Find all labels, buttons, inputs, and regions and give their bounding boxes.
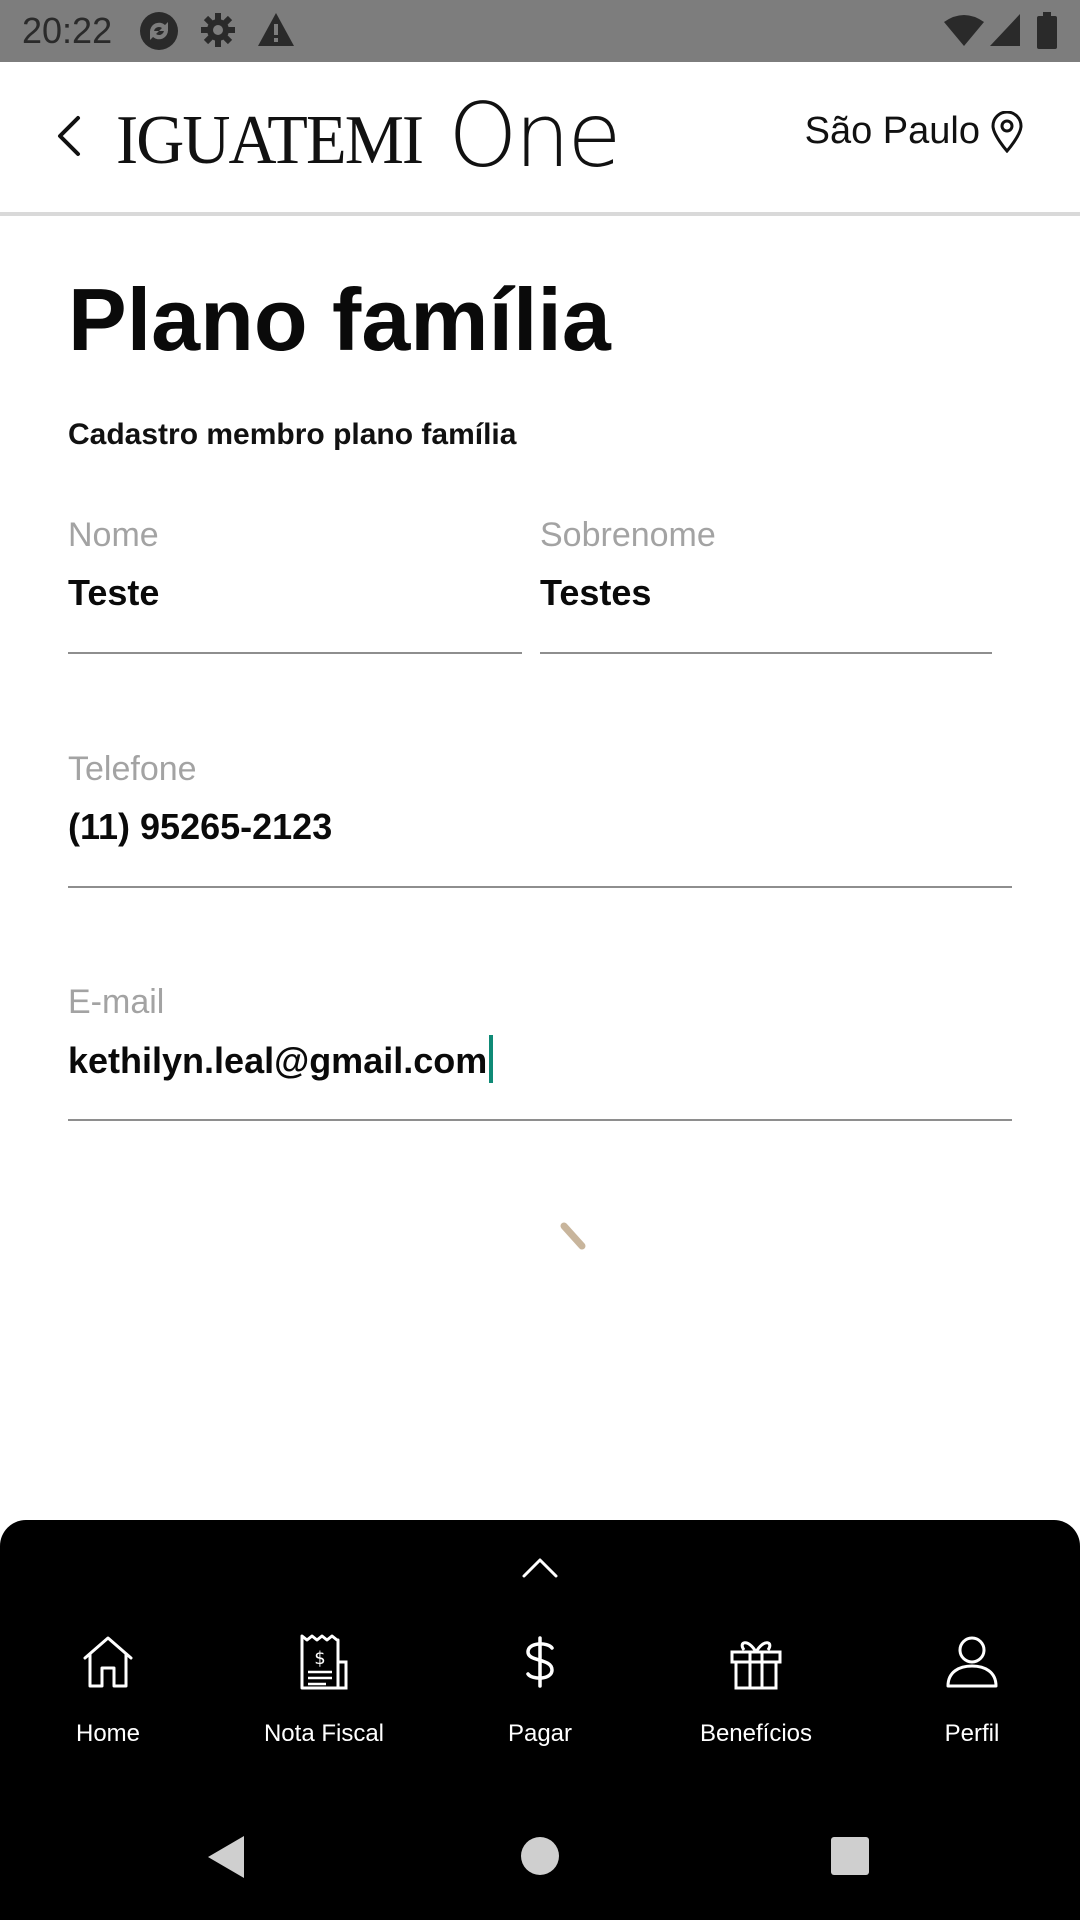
signal-icon	[988, 12, 1022, 48]
logo-wordmark: IGUATEMI	[116, 102, 424, 179]
first-name-underline	[68, 652, 522, 654]
last-name-input[interactable]	[540, 572, 992, 614]
email-label: E-mail	[68, 983, 165, 1021]
chevron-left-icon	[58, 116, 80, 156]
page-subtitle: Cadastro membro plano família	[68, 418, 517, 451]
battery-icon	[1036, 12, 1058, 50]
logo-one: One	[448, 84, 621, 187]
app-header: IGUATEMI One São Paulo	[0, 62, 1080, 216]
email-field[interactable]: E-mail kethilyn.leal@gmail.com	[68, 983, 1012, 1121]
square-recents-icon	[831, 1837, 869, 1875]
location-selector[interactable]: São Paulo	[805, 110, 1024, 153]
nav-items: Home $ Nota Fiscal Pagar Benefícios Perf…	[0, 1630, 1080, 1748]
status-time: 20:22	[22, 10, 113, 51]
last-name-field[interactable]: Sobrenome	[540, 516, 992, 654]
nav-label-home: Home	[75, 1720, 141, 1747]
back-button[interactable]	[46, 112, 94, 160]
sync-icon	[138, 10, 180, 52]
user-icon	[940, 1630, 1004, 1694]
receipt-icon: $	[292, 1630, 356, 1694]
nav-label-pagar: Pagar	[507, 1720, 573, 1747]
email-input[interactable]: kethilyn.leal@gmail.com	[68, 1035, 494, 1083]
nav-item-beneficios[interactable]: Benefícios	[648, 1630, 864, 1748]
brand-logo: IGUATEMI One	[116, 92, 621, 186]
first-name-field[interactable]: Nome	[68, 516, 522, 654]
text-caret	[489, 1035, 494, 1083]
location-pin-icon	[991, 110, 1023, 153]
system-nav-bar	[0, 1810, 1080, 1900]
phone-label: Telefone	[68, 750, 197, 788]
last-name-underline	[540, 652, 992, 654]
chevron-up-icon	[522, 1558, 558, 1578]
circle-home-icon	[521, 1837, 559, 1875]
phone-field[interactable]: Telefone	[68, 750, 1012, 888]
nav-label-beneficios: Benefícios	[699, 1720, 813, 1747]
nav-item-perfil[interactable]: Perfil	[864, 1630, 1080, 1748]
nav-item-home[interactable]: Home	[0, 1630, 216, 1748]
system-home-button[interactable]	[520, 1836, 560, 1881]
triangle-back-icon	[208, 1836, 244, 1878]
page-title: Plano família	[68, 270, 611, 369]
nav-item-nota-fiscal[interactable]: $ Nota Fiscal	[216, 1630, 432, 1748]
dollar-icon	[508, 1630, 572, 1694]
home-icon	[76, 1630, 140, 1694]
gift-icon	[724, 1630, 788, 1694]
first-name-input[interactable]	[68, 572, 522, 614]
wifi-icon	[944, 14, 984, 48]
system-back-button[interactable]	[206, 1834, 246, 1885]
email-value: kethilyn.leal@gmail.com	[68, 1040, 488, 1081]
svg-text:$: $	[314, 1648, 325, 1669]
location-label: São Paulo	[804, 110, 980, 152]
email-underline	[68, 1119, 1012, 1121]
expand-nav-button[interactable]	[520, 1554, 560, 1582]
status-bar: 20:22	[0, 0, 1080, 62]
last-name-label: Sobrenome	[540, 516, 716, 554]
screen: 20:22 IGUATEMI One São Paulo Plano famíl…	[0, 0, 1080, 1920]
nav-label-perfil: Perfil	[944, 1720, 1000, 1747]
loading-spinner	[558, 1222, 590, 1254]
phone-input[interactable]	[68, 806, 1012, 848]
warning-icon	[256, 10, 296, 50]
gear-icon	[198, 10, 238, 50]
system-recents-button[interactable]	[830, 1836, 870, 1881]
nav-item-pagar[interactable]: Pagar	[432, 1630, 648, 1748]
phone-underline	[68, 886, 1012, 888]
first-name-label: Nome	[68, 516, 159, 554]
nav-label-nota-fiscal: Nota Fiscal	[263, 1720, 385, 1747]
